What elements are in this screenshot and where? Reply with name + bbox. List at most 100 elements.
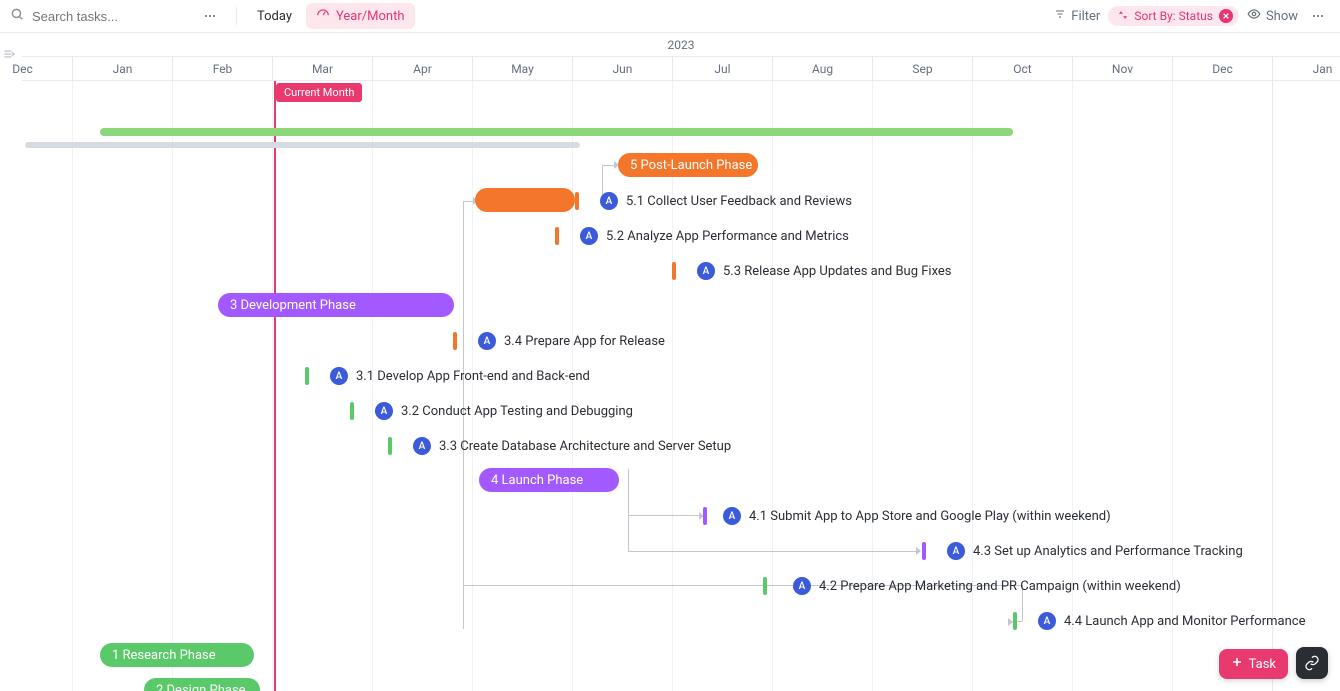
- avatar: A: [947, 542, 965, 560]
- task-label: 5.1 Collect User Feedback and Reviews: [626, 194, 852, 209]
- sort-pill[interactable]: Sort By: Status: [1108, 6, 1239, 26]
- toolbar: Today Year/Month Filter Sort By: Status: [0, 0, 1340, 33]
- plus-icon: [1231, 656, 1243, 672]
- grid-line: [472, 81, 473, 691]
- show-button[interactable]: Show: [1247, 7, 1298, 25]
- month-cell: Jan: [1272, 57, 1340, 81]
- avatar: A: [1038, 612, 1056, 630]
- task-4-4-tick[interactable]: [1013, 612, 1017, 630]
- grid-line: [772, 81, 773, 691]
- task-4-3-tick[interactable]: [922, 542, 926, 560]
- sort-icon: [1118, 9, 1128, 23]
- task-label: 3.1 Develop App Front-end and Back-end: [356, 369, 590, 384]
- task-3-3[interactable]: A 3.3 Create Database Architecture and S…: [413, 437, 731, 455]
- filter-label: Filter: [1071, 9, 1100, 24]
- task-4-3[interactable]: A 4.3 Set up Analytics and Performance T…: [947, 542, 1243, 560]
- task-label: 5.2 Analyze App Performance and Metrics: [606, 229, 849, 244]
- grid-line: [372, 81, 373, 691]
- task-5-3-tick[interactable]: [672, 262, 676, 280]
- phase-4-launch[interactable]: 4 Launch Phase: [479, 468, 619, 492]
- avatar: A: [600, 192, 618, 210]
- task-label: 5.3 Release App Updates and Bug Fixes: [723, 264, 952, 279]
- month-header: DecJanFebMarAprMayJunJulAugSepOctNovDecJ…: [22, 57, 1340, 81]
- task-label: 4.4 Launch App and Monitor Performance: [1064, 614, 1305, 629]
- month-cell: Nov: [1072, 57, 1172, 81]
- more-options-button[interactable]: [198, 4, 222, 28]
- task-label: 3.4 Prepare App for Release: [504, 334, 665, 349]
- year-header: 2023: [22, 33, 1340, 57]
- task-5-2-tick[interactable]: [555, 227, 559, 245]
- month-cell: Jun: [572, 57, 672, 81]
- task-label: 4.2 Prepare App Marketing and PR Campaig…: [819, 579, 1181, 594]
- phase-3-development[interactable]: 3 Development Phase: [218, 293, 454, 317]
- task-4-2-tick[interactable]: [763, 577, 767, 595]
- filter-icon: [1054, 8, 1066, 24]
- task-3-3-tick[interactable]: [388, 437, 392, 455]
- month-cell: Feb: [172, 57, 272, 81]
- link-fab-button[interactable]: [1296, 647, 1328, 679]
- task-3-2[interactable]: A 3.2 Conduct App Testing and Debugging: [375, 402, 633, 420]
- summary-bar-green[interactable]: [100, 128, 1013, 136]
- month-cell: May: [472, 57, 572, 81]
- task-3-4-tick[interactable]: [453, 332, 457, 350]
- scale-selector[interactable]: Year/Month: [306, 3, 415, 29]
- avatar: A: [478, 332, 496, 350]
- month-cell: Sep: [872, 57, 972, 81]
- avatar: A: [413, 437, 431, 455]
- task-4-1[interactable]: A 4.1 Submit App to App Store and Google…: [723, 507, 1111, 525]
- grid-line: [572, 81, 573, 691]
- avatar: A: [580, 227, 598, 245]
- task-5-1[interactable]: A 5.1 Collect User Feedback and Reviews: [600, 192, 852, 210]
- task-4-2[interactable]: A 4.2 Prepare App Marketing and PR Campa…: [793, 577, 1181, 595]
- month-cell: Dec: [1172, 57, 1272, 81]
- avatar: A: [375, 402, 393, 420]
- show-label: Show: [1266, 9, 1298, 24]
- task-3-4[interactable]: A 3.4 Prepare App for Release: [478, 332, 665, 350]
- month-cell: Aug: [772, 57, 872, 81]
- task-3-2-tick[interactable]: [350, 402, 354, 420]
- month-cell: Jan: [72, 57, 172, 81]
- today-button[interactable]: Today: [251, 5, 298, 28]
- scale-label: Year/Month: [336, 9, 405, 24]
- task-3-1[interactable]: A 3.1 Develop App Front-end and Back-end: [330, 367, 590, 385]
- search-wrap: [10, 7, 190, 25]
- phase-1-research[interactable]: 1 Research Phase: [100, 643, 254, 667]
- new-task-button[interactable]: Task: [1219, 649, 1288, 679]
- current-month-badge: Current Month: [276, 83, 362, 102]
- toolbar-divider: [236, 7, 237, 25]
- task-5-1-tick[interactable]: [575, 192, 579, 210]
- close-icon[interactable]: [1219, 9, 1233, 23]
- view-options-button[interactable]: [1306, 4, 1330, 28]
- task-5-3[interactable]: A 5.3 Release App Updates and Bug Fixes: [697, 262, 952, 280]
- phase-2-design[interactable]: 2 Design Phase: [144, 678, 260, 691]
- eye-icon: [1247, 7, 1261, 25]
- avatar: A: [723, 507, 741, 525]
- grid-line: [172, 81, 173, 691]
- gantt-timeline[interactable]: 2023 DecJanFebMarAprMayJunJulAugSepOctNo…: [0, 33, 1340, 691]
- task-4-1-tick[interactable]: [703, 507, 707, 525]
- grid-line: [1072, 81, 1073, 691]
- grid-line: [972, 81, 973, 691]
- phase-5-bar-short[interactable]: [475, 188, 575, 212]
- task-label: 4.1 Submit App to App Store and Google P…: [749, 509, 1111, 524]
- task-label: 3.3 Create Database Architecture and Ser…: [439, 439, 731, 454]
- avatar: A: [697, 262, 715, 280]
- current-month-line: [274, 81, 276, 691]
- grid-line: [872, 81, 873, 691]
- phase-5-post-launch[interactable]: 5 Post-Launch Phase: [618, 153, 758, 177]
- toolbar-right: Filter Sort By: Status Show: [1054, 4, 1330, 28]
- task-label: 4.3 Set up Analytics and Performance Tra…: [973, 544, 1243, 559]
- filter-button[interactable]: Filter: [1054, 8, 1100, 24]
- grid-line: [1172, 81, 1173, 691]
- task-4-4[interactable]: A 4.4 Launch App and Monitor Performance: [1038, 612, 1305, 630]
- month-cell: Dec: [0, 57, 72, 81]
- search-input[interactable]: [30, 8, 170, 25]
- task-3-1-tick[interactable]: [305, 367, 309, 385]
- gauge-icon: [316, 7, 330, 25]
- task-5-2[interactable]: A 5.2 Analyze App Performance and Metric…: [580, 227, 849, 245]
- grid-line: [272, 81, 273, 691]
- new-task-label: Task: [1249, 657, 1276, 672]
- month-cell: Apr: [372, 57, 472, 81]
- summary-bar-grey[interactable]: [25, 142, 580, 148]
- avatar: A: [330, 367, 348, 385]
